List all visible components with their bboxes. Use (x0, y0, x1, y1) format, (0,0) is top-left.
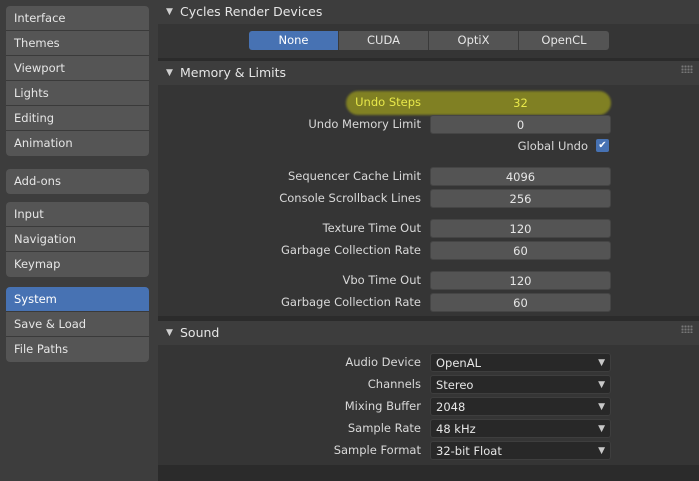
console-scrollback-label: Console Scrollback Lines (279, 191, 421, 205)
nav-group-general: Interface Themes Viewport Lights Editing… (6, 6, 149, 156)
preferences-main: ▼ Cycles Render Devices None CUDA OptiX … (158, 0, 699, 481)
panel-header-sound[interactable]: ▼ Sound (158, 321, 699, 345)
sidebar-item-input[interactable]: Input (6, 202, 149, 227)
sequencer-cache-field[interactable]: 4096 (430, 167, 611, 186)
chevron-down-icon: ▼ (598, 380, 605, 390)
gc-rate-2-label: Garbage Collection Rate (281, 295, 421, 309)
sidebar-item-animation[interactable]: Animation (6, 131, 149, 156)
sidebar-item-navigation[interactable]: Navigation (6, 227, 149, 252)
sample-format-dropdown[interactable]: 32-bit Float ▼ (430, 441, 611, 460)
texture-timeout-field[interactable]: 120 (430, 219, 611, 238)
preferences-sidebar: Interface Themes Viewport Lights Editing… (0, 0, 158, 481)
undo-steps-label: Undo Steps (355, 95, 421, 109)
sequencer-cache-label: Sequencer Cache Limit (287, 169, 421, 183)
channels-dropdown[interactable]: Stereo ▼ (430, 375, 611, 394)
mixing-buffer-value: 2048 (436, 400, 466, 414)
sidebar-item-keymap[interactable]: Keymap (6, 252, 149, 277)
collapse-arrow-icon: ▼ (166, 68, 173, 78)
global-undo-label: Global Undo (517, 139, 588, 153)
sidebar-item-editing[interactable]: Editing (6, 106, 149, 131)
collapse-arrow-icon: ▼ (166, 328, 173, 338)
device-none-button[interactable]: None (249, 31, 339, 50)
console-scrollback-field[interactable]: 256 (430, 189, 611, 208)
device-cuda-button[interactable]: CUDA (339, 31, 429, 50)
sample-rate-label: Sample Rate (347, 421, 421, 435)
panel-title-memory: Memory & Limits (180, 65, 287, 80)
chevron-down-icon: ▼ (598, 446, 605, 456)
sidebar-item-themes[interactable]: Themes (6, 31, 149, 56)
sample-format-label: Sample Format (333, 443, 421, 457)
channels-label: Channels (367, 377, 421, 391)
panel-body-memory (158, 85, 699, 316)
mixing-buffer-label: Mixing Buffer (344, 399, 421, 413)
device-optix-button[interactable]: OptiX (429, 31, 519, 50)
gc-rate-field[interactable]: 60 (430, 241, 611, 260)
panel-body-sound (158, 345, 699, 465)
panel-title-cycles: Cycles Render Devices (180, 4, 323, 19)
undo-memory-label: Undo Memory Limit (308, 117, 421, 131)
sidebar-item-viewport[interactable]: Viewport (6, 56, 149, 81)
vbo-timeout-field[interactable]: 120 (430, 271, 611, 290)
undo-steps-field[interactable]: 32 (430, 93, 611, 112)
device-opencl-button[interactable]: OpenCL (519, 31, 609, 50)
undo-memory-field[interactable]: 0 (430, 115, 611, 134)
chevron-down-icon: ▼ (598, 424, 605, 434)
audio-device-label: Audio Device (345, 355, 421, 369)
drag-grip-icon[interactable] (681, 325, 693, 333)
audio-device-dropdown[interactable]: OpenAL ▼ (430, 353, 611, 372)
panel-header-cycles[interactable]: ▼ Cycles Render Devices (158, 0, 699, 24)
sidebar-item-file-paths[interactable]: File Paths (6, 337, 149, 362)
vbo-timeout-label: Vbo Time Out (342, 273, 421, 287)
chevron-down-icon: ▼ (598, 402, 605, 412)
nav-group-addons: Add-ons (6, 169, 149, 194)
sidebar-item-system[interactable]: System (6, 287, 149, 312)
sidebar-item-save-load[interactable]: Save & Load (6, 312, 149, 337)
sidebar-item-lights[interactable]: Lights (6, 81, 149, 106)
audio-device-value: OpenAL (436, 356, 481, 370)
gc-rate-2-field[interactable]: 60 (430, 293, 611, 312)
gc-rate-label: Garbage Collection Rate (281, 243, 421, 257)
drag-grip-icon[interactable] (681, 65, 693, 73)
panel-body-cycles: None CUDA OptiX OpenCL (158, 24, 699, 58)
channels-value: Stereo (436, 378, 474, 392)
nav-group-input: Input Navigation Keymap (6, 202, 149, 277)
sidebar-item-interface[interactable]: Interface (6, 6, 149, 31)
nav-group-system: System Save & Load File Paths (6, 287, 149, 362)
global-undo-checkbox[interactable]: ✔ (596, 139, 609, 152)
sample-format-value: 32-bit Float (436, 444, 502, 458)
sample-rate-value: 48 kHz (436, 422, 476, 436)
texture-timeout-label: Texture Time Out (322, 221, 421, 235)
sidebar-item-addons[interactable]: Add-ons (6, 169, 149, 194)
panel-header-memory[interactable]: ▼ Memory & Limits (158, 61, 699, 85)
chevron-down-icon: ▼ (598, 358, 605, 368)
sample-rate-dropdown[interactable]: 48 kHz ▼ (430, 419, 611, 438)
panel-title-sound: Sound (180, 325, 220, 340)
mixing-buffer-dropdown[interactable]: 2048 ▼ (430, 397, 611, 416)
collapse-arrow-icon: ▼ (166, 7, 173, 17)
